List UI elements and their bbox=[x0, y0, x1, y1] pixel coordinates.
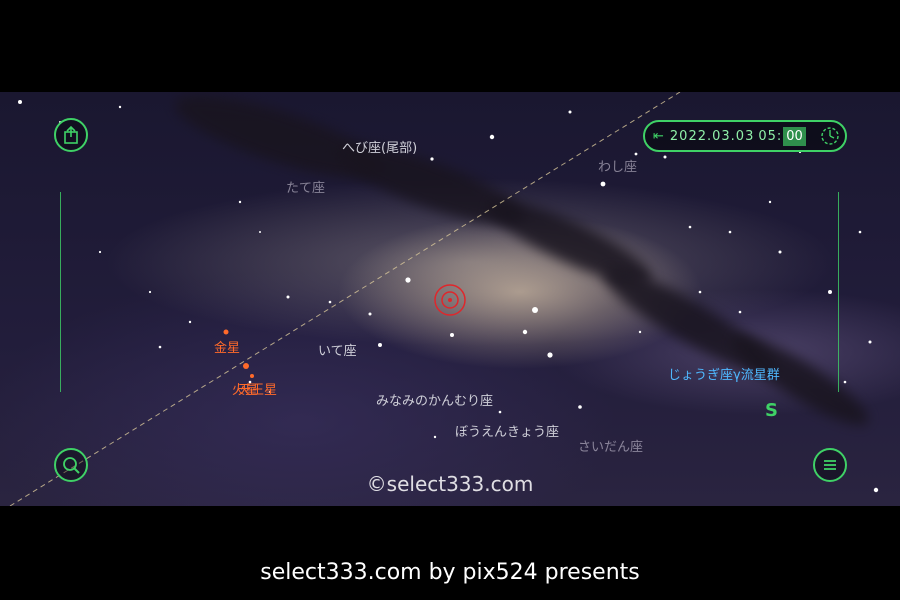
right-edge-scale bbox=[838, 192, 839, 392]
label-sagittarius[interactable]: いて座 bbox=[318, 340, 357, 359]
compass-south: S bbox=[765, 400, 778, 421]
sky-view[interactable] bbox=[0, 92, 900, 506]
label-meteor-shower[interactable]: じょうぎ座γ流星群 bbox=[668, 364, 780, 383]
label-uranus[interactable]: 天王星 bbox=[238, 379, 277, 398]
footer-credit: select333.com by pix524 presents bbox=[260, 560, 640, 585]
label-corona-australis[interactable]: みなみのかんむり座 bbox=[376, 390, 493, 409]
bottom-letterbox bbox=[0, 506, 900, 600]
datetime-minute[interactable]: 00 bbox=[783, 126, 806, 146]
collapse-arrows-icon[interactable]: ⇤ bbox=[653, 129, 664, 144]
label-ophiuchus-tail[interactable]: へび座(尾部) bbox=[342, 137, 417, 156]
datetime-hour[interactable]: 05: bbox=[758, 129, 782, 144]
top-letterbox bbox=[0, 0, 900, 92]
datetime-date[interactable]: 2022.03.03 bbox=[670, 129, 754, 144]
share-icon bbox=[64, 125, 78, 144]
watermark-text: ©select333.com bbox=[366, 472, 534, 496]
left-edge-scale bbox=[60, 192, 61, 392]
label-scutum[interactable]: たて座 bbox=[286, 177, 325, 196]
label-venus[interactable]: 金星 bbox=[214, 337, 240, 356]
share-button[interactable] bbox=[54, 118, 88, 152]
target-icon[interactable] bbox=[433, 283, 467, 317]
label-aquila[interactable]: わし座 bbox=[598, 156, 637, 175]
clock-icon[interactable] bbox=[820, 126, 840, 146]
label-ara[interactable]: さいだん座 bbox=[578, 436, 643, 455]
label-telescopium[interactable]: ぼうえんきょう座 bbox=[455, 421, 559, 440]
datetime-control[interactable]: ⇤ 2022.03.03 05: 00 bbox=[643, 120, 847, 152]
